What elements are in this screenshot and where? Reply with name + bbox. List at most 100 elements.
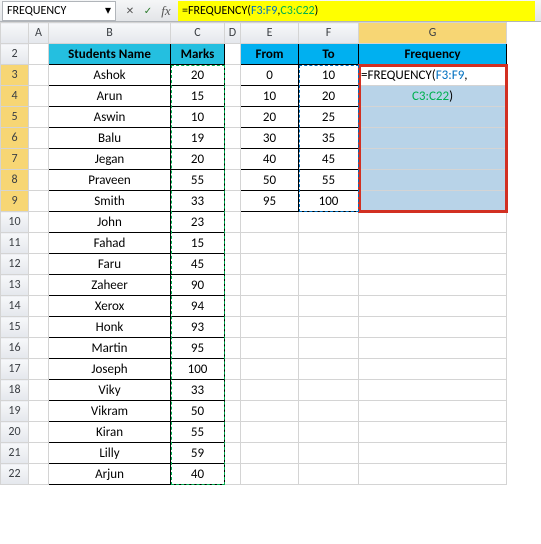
row-header-4[interactable]: 4 bbox=[1, 86, 29, 107]
cell-E15[interactable] bbox=[241, 317, 299, 338]
cell-A20[interactable] bbox=[29, 422, 49, 443]
cell-C8[interactable]: 55 bbox=[171, 170, 225, 191]
cell-C16[interactable]: 95 bbox=[171, 338, 225, 359]
cell-F6[interactable]: 35 bbox=[299, 128, 359, 149]
row-header-6[interactable]: 6 bbox=[1, 128, 29, 149]
cell-D7[interactable] bbox=[225, 149, 241, 170]
cell-B19[interactable]: Vikram bbox=[49, 401, 171, 422]
col-header-C[interactable]: C bbox=[171, 23, 225, 44]
cell-D22[interactable] bbox=[225, 464, 241, 485]
cell-G19[interactable] bbox=[359, 401, 507, 422]
cell-E20[interactable] bbox=[241, 422, 299, 443]
cell-A11[interactable] bbox=[29, 233, 49, 254]
cell-G15[interactable] bbox=[359, 317, 507, 338]
cell-D6[interactable] bbox=[225, 128, 241, 149]
cell-D9[interactable] bbox=[225, 191, 241, 212]
cell-F10[interactable] bbox=[299, 212, 359, 233]
cell-G20[interactable] bbox=[359, 422, 507, 443]
chevron-down-icon[interactable]: ▾ bbox=[105, 3, 111, 18]
cell-B2[interactable]: Students Name bbox=[49, 44, 171, 65]
cell-B6[interactable]: Balu bbox=[49, 128, 171, 149]
row-header-18[interactable]: 18 bbox=[1, 380, 29, 401]
cell-F20[interactable] bbox=[299, 422, 359, 443]
cell-C15[interactable]: 93 bbox=[171, 317, 225, 338]
cell-A3[interactable] bbox=[29, 65, 49, 86]
cell-B22[interactable]: Arjun bbox=[49, 464, 171, 485]
cell-E19[interactable] bbox=[241, 401, 299, 422]
cell-B17[interactable]: Joseph bbox=[49, 359, 171, 380]
cell-E22[interactable] bbox=[241, 464, 299, 485]
cell-B10[interactable]: John bbox=[49, 212, 171, 233]
cell-G12[interactable] bbox=[359, 254, 507, 275]
cell-C13[interactable]: 90 bbox=[171, 275, 225, 296]
cell-E11[interactable] bbox=[241, 233, 299, 254]
cell-C21[interactable]: 59 bbox=[171, 443, 225, 464]
cell-D18[interactable] bbox=[225, 380, 241, 401]
row-header-9[interactable]: 9 bbox=[1, 191, 29, 212]
cell-A8[interactable] bbox=[29, 170, 49, 191]
row-header-3[interactable]: 3 bbox=[1, 65, 29, 86]
cell-F14[interactable] bbox=[299, 296, 359, 317]
row-header-13[interactable]: 13 bbox=[1, 275, 29, 296]
cell-C18[interactable]: 33 bbox=[171, 380, 225, 401]
row-header-2[interactable]: 2 bbox=[1, 44, 29, 65]
cell-C5[interactable]: 10 bbox=[171, 107, 225, 128]
cell-E9[interactable]: 95 bbox=[241, 191, 299, 212]
cell-B21[interactable]: Lilly bbox=[49, 443, 171, 464]
cell-F18[interactable] bbox=[299, 380, 359, 401]
cell-G2[interactable]: Frequency bbox=[359, 44, 507, 65]
cell-F21[interactable] bbox=[299, 443, 359, 464]
cell-B20[interactable]: Kiran bbox=[49, 422, 171, 443]
col-header-E[interactable]: E bbox=[241, 23, 299, 44]
cell-F11[interactable] bbox=[299, 233, 359, 254]
cell-D17[interactable] bbox=[225, 359, 241, 380]
cell-A18[interactable] bbox=[29, 380, 49, 401]
cell-A10[interactable] bbox=[29, 212, 49, 233]
spreadsheet-grid[interactable]: ABCDEFG2Students NameMarksFromToFrequenc… bbox=[0, 22, 541, 485]
cell-D15[interactable] bbox=[225, 317, 241, 338]
row-header-20[interactable]: 20 bbox=[1, 422, 29, 443]
cell-D13[interactable] bbox=[225, 275, 241, 296]
cell-B3[interactable]: Ashok bbox=[49, 65, 171, 86]
cell-B13[interactable]: Zaheer bbox=[49, 275, 171, 296]
cell-B4[interactable]: Arun bbox=[49, 86, 171, 107]
cell-C14[interactable]: 94 bbox=[171, 296, 225, 317]
cell-B9[interactable]: Smith bbox=[49, 191, 171, 212]
cell-C12[interactable]: 45 bbox=[171, 254, 225, 275]
cell-E8[interactable]: 50 bbox=[241, 170, 299, 191]
cell-G6[interactable] bbox=[359, 128, 507, 149]
cell-C4[interactable]: 15 bbox=[171, 86, 225, 107]
row-header-21[interactable]: 21 bbox=[1, 443, 29, 464]
cell-E3[interactable]: 0 bbox=[241, 65, 299, 86]
cell-F8[interactable]: 55 bbox=[299, 170, 359, 191]
cell-A4[interactable] bbox=[29, 86, 49, 107]
col-header-G[interactable]: G bbox=[359, 23, 507, 44]
select-all[interactable] bbox=[1, 23, 29, 44]
cell-E21[interactable] bbox=[241, 443, 299, 464]
cell-E17[interactable] bbox=[241, 359, 299, 380]
cell-D14[interactable] bbox=[225, 296, 241, 317]
cell-A12[interactable] bbox=[29, 254, 49, 275]
cell-C20[interactable]: 55 bbox=[171, 422, 225, 443]
cell-F13[interactable] bbox=[299, 275, 359, 296]
row-header-5[interactable]: 5 bbox=[1, 107, 29, 128]
cell-A2[interactable] bbox=[29, 44, 49, 65]
cell-C6[interactable]: 19 bbox=[171, 128, 225, 149]
cell-E7[interactable]: 40 bbox=[241, 149, 299, 170]
cell-F15[interactable] bbox=[299, 317, 359, 338]
cell-B5[interactable]: Aswin bbox=[49, 107, 171, 128]
cell-G17[interactable] bbox=[359, 359, 507, 380]
row-header-14[interactable]: 14 bbox=[1, 296, 29, 317]
cell-C11[interactable]: 15 bbox=[171, 233, 225, 254]
row-header-10[interactable]: 10 bbox=[1, 212, 29, 233]
row-header-8[interactable]: 8 bbox=[1, 170, 29, 191]
cell-B11[interactable]: Fahad bbox=[49, 233, 171, 254]
cell-C17[interactable]: 100 bbox=[171, 359, 225, 380]
col-header-B[interactable]: B bbox=[49, 23, 171, 44]
cell-G13[interactable] bbox=[359, 275, 507, 296]
cell-F7[interactable]: 45 bbox=[299, 149, 359, 170]
cell-G9[interactable] bbox=[359, 191, 507, 212]
cell-F5[interactable]: 25 bbox=[299, 107, 359, 128]
cell-G18[interactable] bbox=[359, 380, 507, 401]
cell-E14[interactable] bbox=[241, 296, 299, 317]
